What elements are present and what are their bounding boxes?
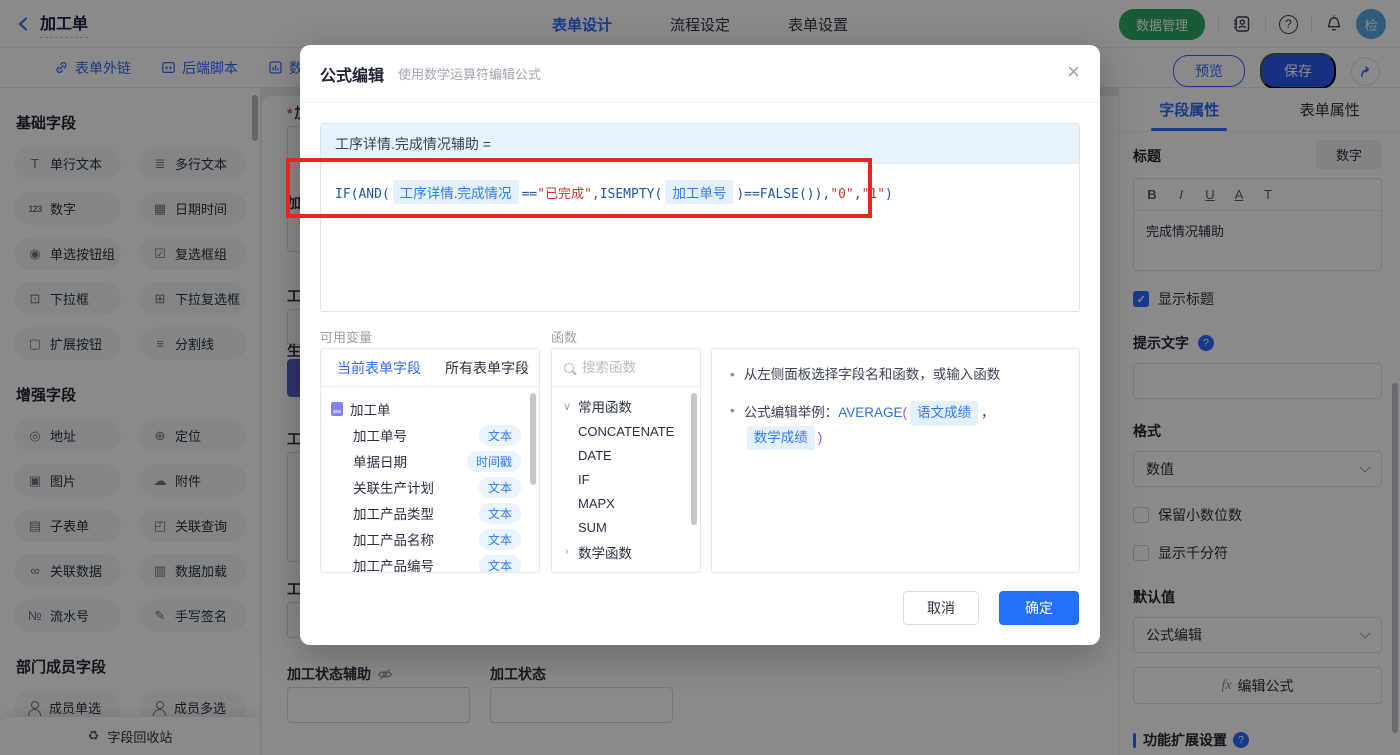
variable-name: 加工产品名称: [353, 533, 434, 548]
formula-string: "1": [861, 187, 886, 202]
field-chip: 加工单号: [665, 180, 734, 204]
function-group-math[interactable]: › 数学函数: [552, 539, 700, 565]
function-item[interactable]: IF: [552, 467, 700, 491]
help-text: 从左侧面板选择字段名和函数，或输入函数: [743, 367, 1001, 382]
comma: ，: [981, 405, 995, 421]
type-badge: 文本: [478, 424, 521, 446]
formula-string: "0": [830, 187, 854, 202]
functions-panel: ∨ 常用函数 CONCATENATE DATE IF MAPX SUM › 数学…: [551, 348, 701, 573]
formula-editor-modal: 公式编辑 使用数学运算符编辑公式 × 工序详情.完成情况辅助 = IF(AND(…: [300, 45, 1100, 645]
variables-panel: 当前表单字段 所有表单字段 加工单 加工单号 文本 单据日期 时间戳 关联生产计划文…: [320, 348, 540, 573]
function-group-text[interactable]: › 文本函数: [552, 565, 700, 573]
formula-token: ,: [853, 187, 862, 202]
example-fn: AVERAGE: [838, 405, 903, 421]
tree-root-label: 加工单: [350, 402, 391, 418]
modal-subtitle: 使用数学运算符编辑公式: [398, 67, 542, 82]
field-chip: 数学成绩: [746, 425, 815, 450]
variables-label: 可用变量: [320, 330, 373, 345]
example-label: 公式编辑举例：: [743, 405, 839, 421]
variables-scrollbar[interactable]: [530, 393, 536, 485]
formula-token: IF(AND(: [335, 187, 390, 202]
variable-row[interactable]: 加工产品名称 文本: [331, 526, 529, 552]
variable-name: 加工单号: [353, 429, 407, 444]
bullet-dot: •: [730, 403, 735, 419]
help-panel: • 从左侧面板选择字段名和函数，或输入函数 • 公式编辑举例：AVERAGE(语…: [711, 348, 1080, 573]
variable-row[interactable]: 加工产品类型 文本: [331, 500, 529, 526]
bullet-dot: •: [730, 367, 735, 382]
formula-string: "已完成": [537, 187, 592, 202]
variable-row[interactable]: 单据日期 时间戳: [331, 448, 529, 474]
variables-tabs: 当前表单字段 所有表单字段: [321, 349, 539, 387]
chevron-right-icon: ›: [562, 572, 572, 573]
cancel-button[interactable]: 取消: [903, 591, 979, 625]
variable-row[interactable]: 加工产品编号 文本: [331, 552, 529, 573]
tab-current-form-fields[interactable]: 当前表单字段: [337, 358, 421, 378]
functions-scrollbar[interactable]: [691, 393, 697, 525]
variable-name: 加工产品类型: [353, 507, 434, 522]
paren: (: [902, 405, 908, 421]
field-chip: 语文成绩: [910, 401, 979, 426]
function-group-common[interactable]: ∨ 常用函数: [552, 393, 700, 419]
group-label: 文本函数: [578, 568, 632, 572]
formula-box: 工序详情.完成情况辅助 = IF(AND(工序详情.完成情况 =="已完成",IS…: [320, 123, 1080, 312]
formula-editor-area[interactable]: IF(AND(工序详情.完成情况 =="已完成",ISEMPTY(加工单号)==F…: [321, 164, 1079, 220]
formula-token: ): [885, 187, 893, 202]
formula-token: )==FALSE()),: [736, 187, 831, 202]
variable-row[interactable]: 关联生产计划 文本: [331, 474, 529, 500]
type-badge: 文本: [478, 476, 521, 498]
functions-label: 函数: [551, 330, 578, 345]
form-doc-icon: [331, 401, 343, 416]
field-chip: 工序详情.完成情况: [392, 180, 519, 204]
type-badge: 文本: [478, 554, 521, 572]
function-search: [552, 349, 700, 387]
variable-row[interactable]: 加工单号 文本: [331, 422, 529, 448]
confirm-button[interactable]: 确定: [999, 591, 1079, 625]
help-bullet-1: • 从左侧面板选择字段名和函数，或输入函数: [730, 365, 1061, 385]
function-item[interactable]: SUM: [552, 515, 700, 539]
tab-all-form-fields[interactable]: 所有表单字段: [445, 358, 529, 378]
app: 加工单 表单设计 流程设定 表单设置 数据管理 ? 检 表单外链 后端脚本 预览…: [0, 0, 1400, 755]
type-badge: 时间戳: [466, 450, 521, 472]
help-bullet-2: • 公式编辑举例：AVERAGE(语文成绩 ， 数学成绩): [730, 401, 1061, 450]
search-icon: [564, 362, 574, 373]
function-item[interactable]: MAPX: [552, 491, 700, 515]
help-example: 公式编辑举例：AVERAGE(语文成绩 ， 数学成绩): [744, 401, 1061, 450]
close-icon[interactable]: ×: [1067, 61, 1080, 83]
variable-name: 关联生产计划: [353, 481, 434, 496]
variable-name: 加工产品编号: [353, 559, 434, 573]
chevron-down-icon: ∨: [562, 400, 572, 413]
chevron-right-icon: ›: [565, 546, 569, 558]
tree-root-form[interactable]: 加工单: [331, 395, 529, 422]
variables-tree: 加工单 加工单号 文本 单据日期 时间戳 关联生产计划 文本 加工产品类型 文本 加工产…: [321, 387, 539, 573]
type-badge: 文本: [478, 528, 521, 550]
function-item[interactable]: DATE: [552, 443, 700, 467]
modal-title: 公式编辑: [320, 67, 385, 85]
formula-token: ==: [521, 187, 538, 202]
function-item[interactable]: CONCATENATE: [552, 419, 700, 443]
search-input[interactable]: [582, 360, 682, 375]
formula-target: 工序详情.完成情况辅助 =: [321, 124, 1079, 164]
group-label: 常用函数: [578, 400, 632, 415]
paren: ): [817, 429, 823, 445]
type-badge: 文本: [478, 502, 521, 524]
formula-token: ,ISEMPTY(: [591, 187, 663, 202]
variable-name: 单据日期: [353, 455, 407, 470]
modal-header: 公式编辑 使用数学运算符编辑公式 ×: [300, 45, 1100, 103]
group-label: 数学函数: [578, 546, 632, 561]
